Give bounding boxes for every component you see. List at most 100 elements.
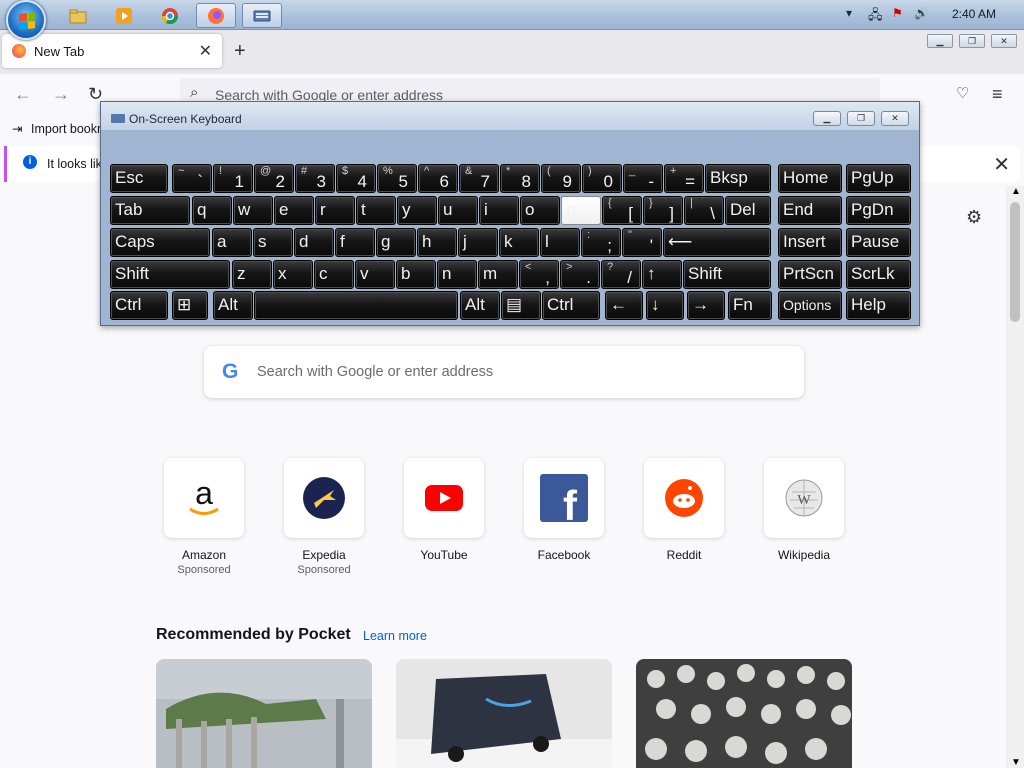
- key-ctrl[interactable]: Ctrl: [542, 291, 600, 320]
- pocket-card-image[interactable]: [636, 659, 852, 768]
- top-site-youtube[interactable]: YouTube: [404, 458, 484, 562]
- key-n[interactable]: n: [437, 260, 477, 289]
- top-site-reddit[interactable]: Reddit: [644, 458, 724, 562]
- key-esc[interactable]: Esc: [110, 164, 168, 193]
- key-5[interactable]: % 5: [377, 164, 417, 193]
- key-caps[interactable]: Caps: [110, 228, 210, 257]
- key-⟵[interactable]: ⟵: [663, 228, 771, 257]
- key-↑[interactable]: ↑: [642, 260, 682, 289]
- key-\[interactable]: | \: [684, 196, 724, 225]
- scrollbar[interactable]: ▲ ▼: [1006, 186, 1024, 768]
- key-o[interactable]: o: [520, 196, 560, 225]
- key-g[interactable]: g: [376, 228, 416, 257]
- media-player-icon[interactable]: [104, 3, 144, 28]
- key-end[interactable]: End: [778, 196, 842, 225]
- key-fn[interactable]: Fn: [728, 291, 772, 320]
- key-options[interactable]: Options: [778, 291, 842, 320]
- key-/[interactable]: ? /: [601, 260, 641, 289]
- top-site-expedia[interactable]: Expedia Sponsored: [284, 458, 364, 576]
- key-7[interactable]: & 7: [459, 164, 499, 193]
- volume-icon[interactable]: 🔊: [914, 6, 929, 20]
- top-site-facebook[interactable]: f Facebook: [524, 458, 604, 562]
- top-site-wikipedia[interactable]: W Wikipedia: [764, 458, 844, 562]
- key-l[interactable]: l: [540, 228, 580, 257]
- key-[[interactable]: {[: [602, 196, 642, 225]
- key-⊞[interactable]: ⊞: [172, 291, 208, 320]
- key-b[interactable]: b: [396, 260, 436, 289]
- key-alt[interactable]: Alt: [460, 291, 500, 320]
- key-→[interactable]: →: [687, 291, 725, 320]
- close-window-button[interactable]: ✕: [991, 34, 1017, 48]
- key-pause[interactable]: Pause: [846, 228, 911, 257]
- key-w[interactable]: w: [233, 196, 273, 225]
- key-2[interactable]: @2: [254, 164, 294, 193]
- new-tab-button[interactable]: +: [234, 40, 246, 63]
- key-.[interactable]: >.: [560, 260, 600, 289]
- key-`[interactable]: ~ `: [172, 164, 212, 193]
- key-0[interactable]: ) 0: [582, 164, 622, 193]
- close-tab-icon[interactable]: ✕: [199, 41, 212, 61]
- key-=[interactable]: + =: [664, 164, 704, 193]
- back-arrow-icon[interactable]: ←: [14, 84, 32, 105]
- scroll-up-icon[interactable]: ▲: [1011, 186, 1021, 197]
- key-d[interactable]: d: [294, 228, 334, 257]
- key-6[interactable]: ^ 6: [418, 164, 458, 193]
- key-pgup[interactable]: PgUp: [846, 164, 911, 193]
- osk-close-button[interactable]: ✕: [881, 111, 909, 126]
- restore-button[interactable]: ❐: [959, 34, 985, 48]
- key-ctrl[interactable]: Ctrl: [110, 291, 168, 320]
- key-r[interactable]: r: [315, 196, 355, 225]
- key-3[interactable]: #3: [295, 164, 335, 193]
- pocket-card-image[interactable]: [396, 659, 612, 768]
- key-t[interactable]: t: [356, 196, 396, 225]
- key-insert[interactable]: Insert: [778, 228, 842, 257]
- key-u[interactable]: u: [438, 196, 478, 225]
- settings-gear-icon[interactable]: ⚙: [966, 207, 982, 228]
- key-↓[interactable]: ↓: [646, 291, 684, 320]
- chrome-icon[interactable]: [150, 3, 190, 28]
- key-q[interactable]: q: [192, 196, 232, 225]
- key-←[interactable]: ←: [605, 291, 643, 320]
- key-e[interactable]: e: [274, 196, 314, 225]
- key-'[interactable]: " ': [622, 228, 662, 257]
- tray-expand-icon[interactable]: ▾: [846, 6, 852, 20]
- key-space[interactable]: [254, 291, 458, 320]
- key-help[interactable]: Help: [846, 291, 911, 320]
- key-shift[interactable]: Shift: [110, 260, 230, 289]
- pocket-card-image[interactable]: [156, 659, 372, 768]
- close-notification-icon[interactable]: ✕: [993, 152, 1010, 177]
- key-9[interactable]: (9: [541, 164, 581, 193]
- key-del[interactable]: Del: [725, 196, 771, 225]
- menu-icon[interactable]: ≡: [992, 84, 1003, 105]
- minimize-button[interactable]: ▁: [927, 34, 953, 48]
- key-▤[interactable]: ▤: [501, 291, 541, 320]
- key-bksp[interactable]: Bksp: [705, 164, 771, 193]
- key-home[interactable]: Home: [778, 164, 842, 193]
- key-v[interactable]: v: [355, 260, 395, 289]
- firefox-icon[interactable]: [196, 3, 236, 28]
- key-z[interactable]: z: [232, 260, 272, 289]
- key-p[interactable]: p: [561, 196, 601, 225]
- key-k[interactable]: k: [499, 228, 539, 257]
- key-h[interactable]: h: [417, 228, 457, 257]
- osk-minimize-button[interactable]: ▁: [813, 111, 841, 126]
- clock[interactable]: 2:40 AM: [952, 7, 996, 21]
- tab-new-tab[interactable]: New Tab ✕: [2, 34, 222, 68]
- key--[interactable]: _ -: [623, 164, 663, 193]
- action-center-icon[interactable]: ⚑: [892, 6, 903, 20]
- key-1[interactable]: ! 1: [213, 164, 253, 193]
- key-y[interactable]: y: [397, 196, 437, 225]
- top-site-amazon[interactable]: a Amazon Sponsored: [164, 458, 244, 576]
- osk-titlebar[interactable]: On-Screen Keyboard ▁ ❐ ✕: [101, 102, 919, 130]
- key-a[interactable]: a: [212, 228, 252, 257]
- pocket-icon[interactable]: ♡: [956, 84, 969, 102]
- key-][interactable]: }]: [643, 196, 683, 225]
- key-tab[interactable]: Tab: [110, 196, 190, 225]
- key-x[interactable]: x: [273, 260, 313, 289]
- key-c[interactable]: c: [314, 260, 354, 289]
- start-button[interactable]: [6, 0, 46, 40]
- key-shift[interactable]: Shift: [683, 260, 771, 289]
- key-prtscn[interactable]: PrtScn: [778, 260, 842, 289]
- forward-arrow-icon[interactable]: →: [52, 84, 70, 105]
- key-m[interactable]: m: [478, 260, 518, 289]
